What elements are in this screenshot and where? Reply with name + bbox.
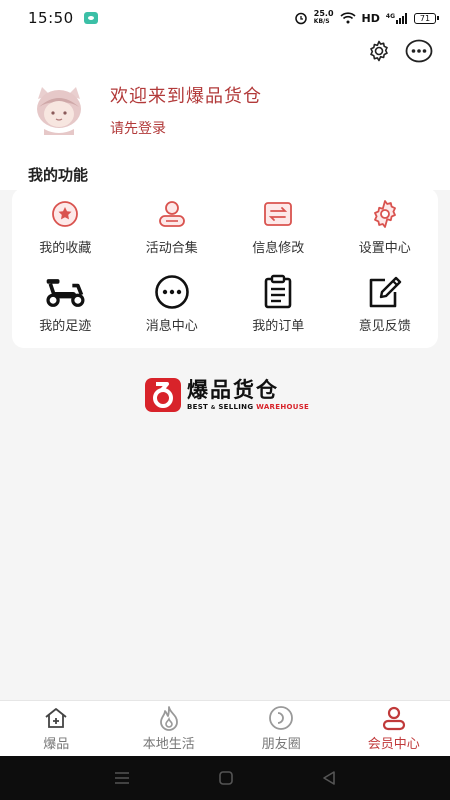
brand-name-cn: 爆品货仓: [187, 378, 279, 402]
alarm-icon: [295, 12, 307, 25]
func-label: 我的足迹: [39, 319, 92, 334]
cell-signal: 4G: [385, 12, 408, 24]
func-label: 我的收藏: [39, 241, 92, 256]
func-label: 意见反馈: [358, 319, 411, 334]
functions-grid: 我的收藏 活动合集 信息修改 设置中心 我的足迹 消息中心 我的订单 意见反馈: [12, 188, 438, 352]
app-notification-icon: [83, 12, 98, 24]
clipboard-icon: [256, 274, 300, 310]
home-square-icon[interactable]: [218, 770, 234, 786]
gear-icon: [363, 196, 407, 232]
bottom-tabbar: 爆品 本地生活 朋友圈 会员中心: [0, 700, 450, 756]
brand-name-en: BEST & SELLING WAREHOUSE: [187, 403, 309, 411]
battery-icon: 71: [414, 12, 439, 24]
brand-en-best: BEST: [187, 403, 209, 411]
home-icon: [42, 705, 70, 731]
message-dots-icon: [150, 274, 194, 310]
tab-label: 会员中心: [367, 737, 420, 752]
func-activities[interactable]: 活动合集: [119, 196, 226, 274]
net-speed-value: 25.0: [313, 9, 334, 18]
tab-label: 爆品: [43, 737, 70, 752]
back-icon[interactable]: [321, 770, 337, 786]
settings-button[interactable]: [364, 38, 394, 64]
brand-en-warehouse: WAREHOUSE: [256, 403, 310, 411]
brand-en-amp: &: [210, 405, 216, 411]
avatar[interactable]: [30, 85, 88, 135]
net-speed: 25.0 KB/S: [314, 10, 334, 26]
func-messages[interactable]: 消息中心: [119, 274, 226, 352]
system-navbar: [0, 756, 450, 800]
edit-info-icon: [256, 196, 300, 232]
menu-icon[interactable]: [113, 771, 131, 785]
tab-label: 朋友圈: [261, 737, 301, 752]
network-label: HD: [361, 11, 380, 25]
pencil-square-icon: [363, 274, 407, 310]
tab-local-life[interactable]: 本地生活: [113, 701, 226, 756]
member-icon: [380, 705, 408, 731]
login-link[interactable]: 请先登录: [110, 118, 166, 138]
func-favorites[interactable]: 我的收藏: [12, 196, 119, 274]
tab-label: 本地生活: [142, 737, 195, 752]
profile-text: 欢迎来到爆品货仓 请先登录: [110, 82, 262, 138]
signal-icon: [396, 12, 407, 24]
func-label: 设置中心: [358, 241, 411, 256]
more-dots-icon: [405, 39, 433, 63]
brand-text: 爆品货仓 BEST & SELLING WAREHOUSE: [187, 379, 309, 411]
welcome-text: 欢迎来到爆品货仓: [110, 86, 262, 107]
func-footprints[interactable]: 我的足迹: [12, 274, 119, 352]
star-badge-icon: [43, 196, 87, 232]
functions-title: 我的功能: [28, 166, 89, 184]
func-edit-info[interactable]: 信息修改: [225, 196, 332, 274]
more-button[interactable]: [404, 38, 434, 64]
cell-label: 4G: [385, 12, 395, 20]
brand-mark-icon: [145, 378, 181, 412]
func-label: 我的订单: [252, 319, 305, 334]
scooter-icon: [43, 274, 87, 310]
status-time: 15:50: [28, 9, 74, 27]
tab-moments[interactable]: 朋友圈: [225, 701, 338, 756]
profile-section[interactable]: 欢迎来到爆品货仓 请先登录: [30, 82, 262, 138]
status-bar: 15:50 25.0 KB/S HD 4G 71: [0, 0, 450, 36]
func-label: 消息中心: [145, 319, 198, 334]
func-orders[interactable]: 我的订单: [225, 274, 332, 352]
brand-en-selling: SELLING: [218, 403, 254, 411]
status-indicators: 25.0 KB/S HD 4G 71: [294, 10, 439, 26]
functions-card: 我的收藏 活动合集 信息修改 设置中心 我的足迹 消息中心 我的订单 意见反馈: [12, 188, 438, 348]
header-actions: [364, 38, 434, 64]
user-card-icon: [150, 196, 194, 232]
tab-home[interactable]: 爆品: [0, 701, 113, 756]
brand-logo: 爆品货仓 BEST & SELLING WAREHOUSE: [145, 378, 309, 412]
circle-friends-icon: [267, 705, 295, 731]
gear-icon: [370, 40, 388, 62]
tab-member-center[interactable]: 会员中心: [338, 701, 450, 756]
func-feedback[interactable]: 意见反馈: [332, 274, 439, 352]
func-settings[interactable]: 设置中心: [332, 196, 439, 274]
wifi-icon: [339, 12, 356, 24]
flame-icon: [155, 705, 183, 731]
func-label: 活动合集: [145, 241, 198, 256]
func-label: 信息修改: [252, 241, 305, 256]
net-speed-unit: KB/S: [313, 18, 330, 25]
